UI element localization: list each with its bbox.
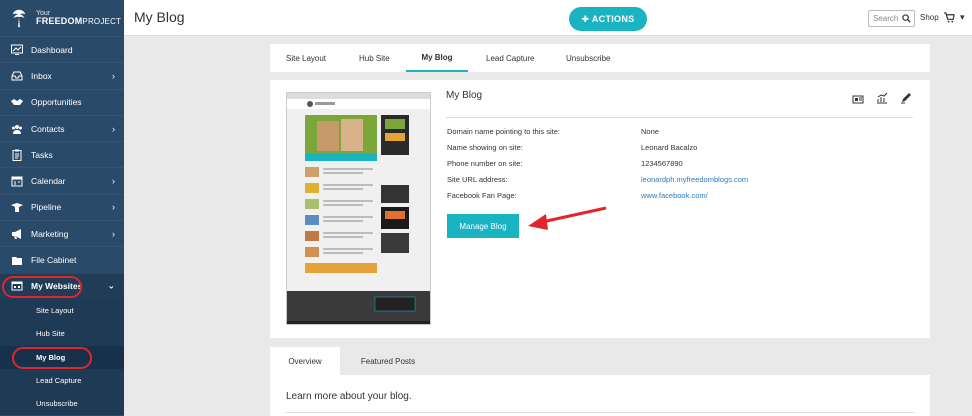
sidebar-item-pipeline[interactable]: Pipeline › [0, 193, 124, 220]
folder-icon [10, 253, 24, 267]
chevron-down-icon: ⌄ [107, 280, 115, 291]
sidebar-submenu: Site Layout Hub Site My Blog Lead Captur… [0, 298, 124, 416]
tab-overview[interactable]: Overview [270, 347, 340, 375]
funnel-icon [10, 200, 24, 214]
facebook-link[interactable]: www.facebook.com/ [641, 191, 708, 200]
red-arrow-annotation [528, 206, 607, 230]
handshake-icon [10, 95, 24, 109]
info-value-domain: None [641, 127, 659, 136]
sidebar-item-dashboard[interactable]: Dashboard [0, 36, 124, 62]
sidebar-item-label: Marketing [31, 228, 69, 239]
logo-big-text: FREEDOMPROJECT [36, 17, 121, 26]
sidebar-item-opportunities[interactable]: Opportunities [0, 88, 124, 115]
sidebar-item-label: Contacts [31, 123, 65, 134]
logo[interactable]: Your FREEDOMPROJECT [0, 0, 124, 36]
tab-unsubscribe[interactable]: Unsubscribe [566, 44, 610, 72]
tab-my-blog[interactable]: My Blog [406, 44, 468, 72]
search-placeholder: Search [873, 14, 899, 23]
contacts-icon [10, 122, 24, 136]
sidebar-item-label: Pipeline [31, 202, 62, 213]
caret-down-icon[interactable]: ▾ [960, 12, 965, 23]
sidebar-item-inbox[interactable]: Inbox › [0, 62, 124, 88]
website-tabs: Site Layout Hub Site My Blog Lead Captur… [270, 44, 930, 72]
blog-title: My Blog [446, 90, 483, 101]
inbox-icon [10, 69, 24, 83]
sidebar-item-calendar[interactable]: Calendar › [0, 167, 124, 193]
sidebar-subitem-site-layout[interactable]: Site Layout [0, 299, 124, 322]
sidebar-item-label: Calendar [31, 176, 66, 187]
chevron-right-icon: › [112, 202, 115, 213]
site-url-link[interactable]: leonardph.myfreedomblogs.com [641, 175, 748, 184]
tab-featured-posts[interactable]: Featured Posts [340, 347, 436, 375]
highlight-circle [2, 275, 82, 298]
sidebar-item-my-websites[interactable]: My Websites ⌄ [0, 272, 124, 299]
megaphone-icon [10, 227, 24, 241]
palm-tree-icon [12, 9, 26, 28]
sidebar: Your FREEDOMPROJECT Dashboard Inbox › Op… [0, 0, 124, 416]
tab-hub-site[interactable]: Hub Site [359, 44, 390, 72]
learn-more-text: Learn more about your blog. [286, 391, 412, 402]
sidebar-item-label: Tasks [31, 149, 53, 160]
sidebar-item-file-cabinet[interactable]: File Cabinet [0, 246, 124, 272]
dashboard-icon [10, 43, 24, 57]
sidebar-item-label: Opportunities [31, 97, 82, 108]
logo-freedom: FREEDOM [36, 16, 83, 26]
info-label-url: Site URL address: [447, 175, 508, 184]
logo-project: PROJECT [82, 17, 122, 26]
sidebar-subitem-hub-site[interactable]: Hub Site [0, 322, 124, 345]
site-preview-icon[interactable] [852, 92, 864, 104]
sidebar-subitem-my-blog[interactable]: My Blog [0, 345, 124, 369]
search-icon [902, 14, 911, 23]
bottom-section: Overview Featured Posts Learn more about… [270, 347, 930, 416]
blog-preview-image [287, 93, 430, 324]
info-label-facebook: Facebook Fan Page: [447, 191, 517, 200]
tab-lead-capture[interactable]: Lead Capture [486, 44, 534, 72]
blog-card: My Blog Domain name pointing to this sit… [270, 80, 930, 338]
sidebar-item-tasks[interactable]: Tasks [0, 141, 124, 167]
bottom-divider [286, 412, 914, 413]
info-value-name: Leonard Bacalzo [641, 143, 698, 152]
actions-button[interactable]: ✚ ACTIONS [569, 7, 647, 31]
clipboard-icon [10, 148, 24, 162]
sidebar-item-marketing[interactable]: Marketing › [0, 220, 124, 246]
sidebar-subitem-lead-capture[interactable]: Lead Capture [0, 369, 124, 392]
info-label-domain: Domain name pointing to this site: [447, 127, 560, 136]
cart-icon[interactable] [944, 12, 955, 23]
shop-link[interactable]: Shop [920, 13, 939, 22]
overview-content: Learn more about your blog. [270, 375, 930, 416]
chevron-right-icon: › [112, 228, 115, 239]
stats-icon[interactable] [876, 92, 888, 104]
chevron-right-icon: › [112, 123, 115, 134]
edit-pencil-icon[interactable] [900, 92, 912, 104]
tab-site-layout[interactable]: Site Layout [286, 44, 326, 72]
highlight-circle [12, 346, 92, 369]
chevron-right-icon: › [112, 176, 115, 187]
manage-blog-button[interactable]: Manage Blog [447, 214, 519, 238]
sidebar-subitem-unsubscribe[interactable]: Unsubscribe [0, 392, 124, 415]
sidebar-item-label: Dashboard [31, 44, 73, 55]
info-value-phone: 1234567890 [641, 159, 683, 168]
info-label-name: Name showing on site: [447, 143, 523, 152]
calendar-icon [10, 174, 24, 188]
sidebar-item-label: Inbox [31, 70, 52, 81]
page-title: My Blog [134, 9, 185, 25]
sidebar-item-label: File Cabinet [31, 255, 77, 266]
card-actions [852, 92, 912, 104]
blog-preview-thumbnail[interactable] [286, 92, 431, 325]
sidebar-item-contacts[interactable]: Contacts › [0, 114, 124, 141]
info-label-phone: Phone number on site: [447, 159, 523, 168]
topbar: My Blog ✚ ACTIONS Search Shop ▾ [124, 0, 972, 36]
search-input[interactable]: Search [868, 10, 915, 27]
card-divider [446, 117, 913, 118]
chevron-right-icon: › [112, 70, 115, 81]
